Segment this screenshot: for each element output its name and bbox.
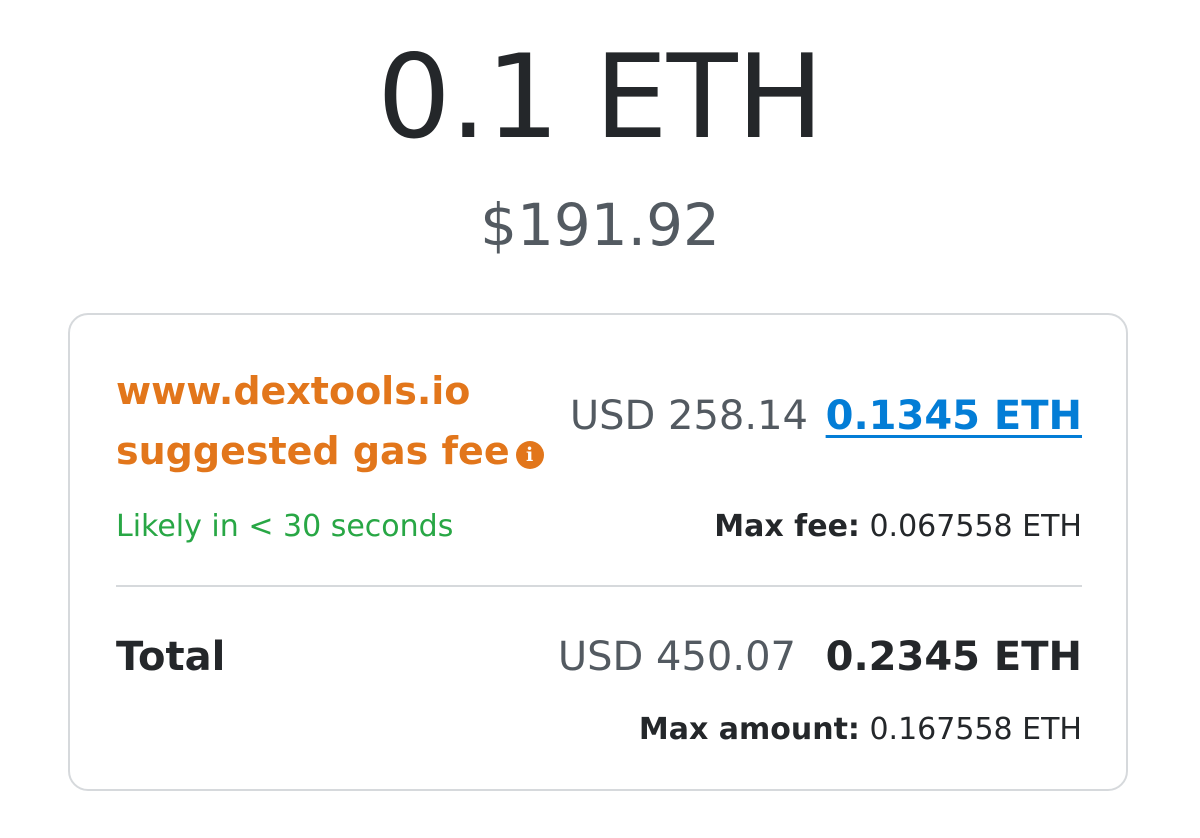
gas-fee-card: www.dextools.io suggested gas fee i USD 2… [68, 313, 1128, 791]
max-amount: Max amount: 0.167558 ETH [639, 710, 1082, 750]
gas-fee-usd: USD 258.14 [569, 393, 808, 439]
transaction-confirmation: 0.1 ETH $191.92 www.dextools.io suggeste… [0, 0, 1200, 838]
max-amount-label: Max amount: [638, 712, 860, 747]
gas-fee-eth-link[interactable]: 0.1345 ETH [826, 391, 1082, 441]
divider [116, 585, 1082, 587]
send-amount: 0.1 ETH [377, 30, 824, 165]
max-fee-label: Max fee: [714, 509, 860, 544]
max-amount-value: 0.167558 ETH [869, 712, 1082, 747]
total-usd: USD 450.07 [557, 634, 796, 680]
max-fee: Max fee: 0.067558 ETH [714, 507, 1082, 547]
gas-fee-source-label: www.dextools.io suggested gas fee i [116, 361, 544, 481]
send-amount-fiat: $191.92 [480, 191, 720, 259]
gas-eta: Likely in < 30 seconds [116, 509, 454, 544]
gas-fee-source-line1: www.dextools.io [116, 369, 471, 413]
info-icon[interactable]: i [515, 441, 544, 469]
total-eth: 0.2345 ETH [825, 634, 1082, 680]
total-label: Total [116, 634, 226, 680]
max-fee-value: 0.067558 ETH [869, 509, 1082, 544]
gas-fee-source-line2: suggested gas fee [116, 429, 510, 473]
